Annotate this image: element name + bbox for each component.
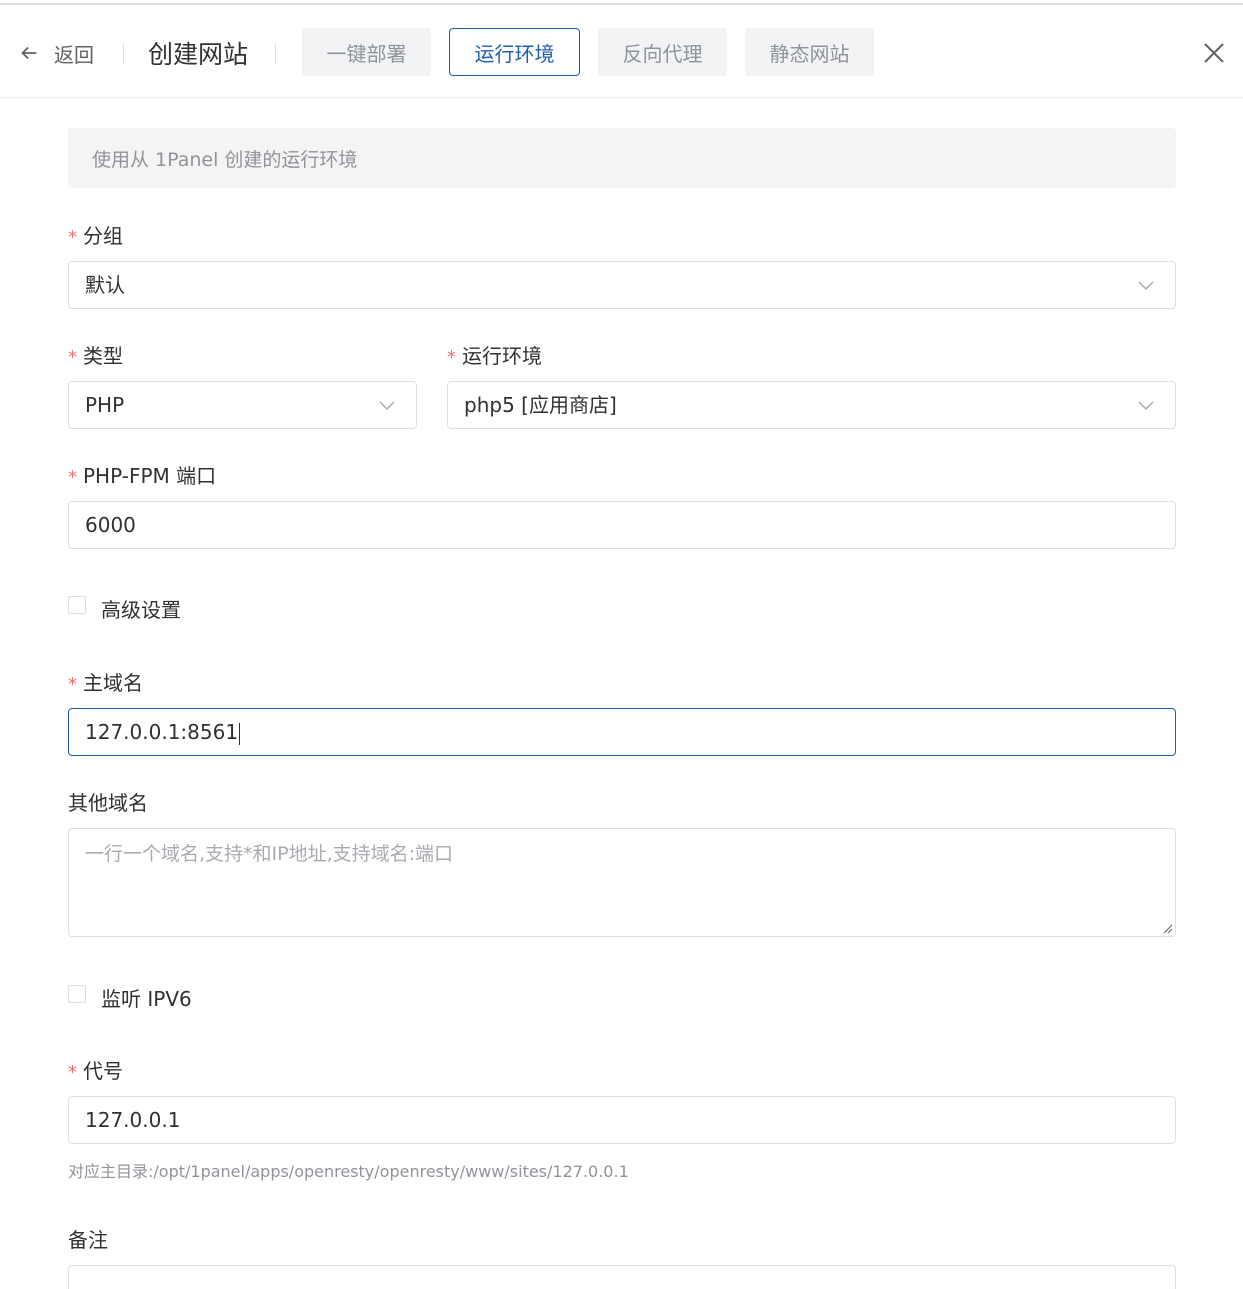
primary-domain-label: * 主域名 [68,671,143,695]
runtime-select[interactable]: php5 [应用商店] [447,381,1176,429]
required-mark: * [68,674,77,695]
text-caret [239,722,241,745]
divider [275,43,276,65]
close-icon[interactable] [1202,41,1226,65]
alias-hint: 对应主目录:/opt/1panel/apps/openresty/openres… [68,1162,629,1181]
type-select[interactable]: PHP [68,381,417,429]
resize-handle-icon[interactable] [1161,922,1173,934]
divider [123,43,124,65]
required-mark: * [68,227,77,248]
type-label: * 类型 [68,344,123,368]
back-button[interactable]: 返回 [18,41,94,67]
drawer-header: 返回 创建网站 一键部署 运行环境 反向代理 静态网站 [0,5,1243,98]
page-title: 创建网站 [148,40,249,69]
tab-one-click-deploy[interactable]: 一键部署 [302,28,431,76]
alias-value: 127.0.0.1 [85,1108,181,1132]
tab-reverse-proxy[interactable]: 反向代理 [598,28,727,76]
group-select-value: 默认 [85,273,125,297]
php-fpm-port-value: 6000 [85,513,136,537]
chevron-down-icon [1138,281,1154,291]
listen-ipv6-label[interactable]: 监听 IPV6 [101,983,192,1012]
required-mark: * [68,467,77,488]
chevron-down-icon [379,401,395,411]
tab-runtime[interactable]: 运行环境 [449,28,580,76]
primary-domain-value: 127.0.0.1:8561 [85,720,241,745]
listen-ipv6-checkbox[interactable] [68,985,86,1003]
remark-textarea[interactable] [68,1265,1176,1289]
required-mark: * [68,347,77,368]
required-mark: * [68,1062,77,1083]
primary-domain-field[interactable]: 127.0.0.1:8561 [68,708,1176,756]
runtime-select-value: php5 [应用商店] [464,393,617,417]
group-label: * 分组 [68,224,123,248]
advanced-settings-label[interactable]: 高级设置 [101,594,181,623]
runtime-label: * 运行环境 [447,344,542,368]
type-select-value: PHP [85,393,125,417]
other-domains-label: 其他域名 [68,791,148,815]
other-domains-textarea[interactable]: 一行一个域名,支持*和IP地址,支持域名:端口 [68,828,1176,937]
notice-text: 使用从 1Panel 创建的运行环境 [92,148,358,171]
required-mark: * [447,347,456,368]
alias-field[interactable]: 127.0.0.1 [68,1096,1176,1144]
tab-static-site[interactable]: 静态网站 [745,28,874,76]
alias-label: * 代号 [68,1059,123,1083]
back-label: 返回 [54,42,94,67]
arrow-left-icon [21,46,37,60]
group-select[interactable]: 默认 [68,261,1176,309]
chevron-down-icon [1138,401,1154,411]
remark-label: 备注 [68,1228,108,1252]
advanced-settings-checkbox[interactable] [68,596,86,614]
info-notice: 使用从 1Panel 创建的运行环境 [68,128,1176,188]
other-domains-placeholder: 一行一个域名,支持*和IP地址,支持域名:端口 [85,843,454,865]
php-fpm-port-label: * PHP-FPM 端口 [68,464,217,488]
php-fpm-port-field[interactable]: 6000 [68,501,1176,549]
